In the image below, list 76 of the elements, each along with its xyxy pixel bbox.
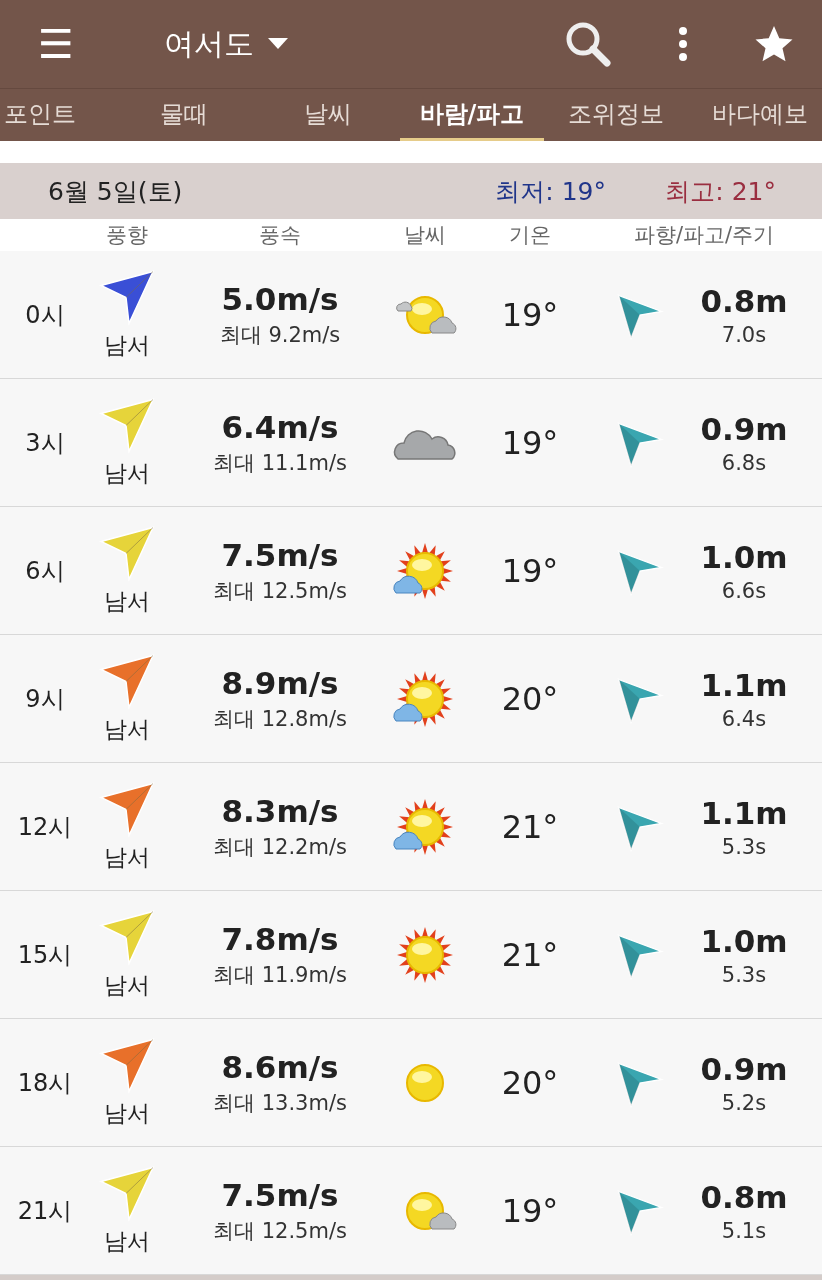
tab[interactable]: 바람/파고	[400, 89, 544, 141]
hour-label: 3시	[25, 427, 65, 459]
temperature: 21°	[501, 807, 559, 846]
max-wind-speed: 최대 11.1m/s	[213, 449, 347, 477]
wave-period: 5.1s	[721, 1218, 767, 1243]
max-wind-speed: 최대 12.2m/s	[213, 833, 347, 861]
column-header: 풍속	[259, 222, 301, 249]
max-wind-speed: 최대 12.5m/s	[213, 577, 347, 605]
wave-period: 6.8s	[721, 450, 767, 475]
max-wind-speed: 최대 11.9m/s	[213, 961, 347, 989]
caret-icon	[268, 38, 288, 50]
tab[interactable]: 바다예보	[688, 89, 822, 141]
tab[interactable]: 조위정보	[544, 89, 688, 141]
date-label: 6월 5일(토)	[48, 175, 184, 208]
wind-direction: 남서	[104, 970, 150, 999]
wind-direction: 남서	[104, 586, 150, 615]
wave-height: 0.9m	[700, 410, 788, 447]
hour-label: 21시	[17, 1195, 73, 1227]
temperature: 20°	[501, 679, 559, 718]
hour-label: 18시	[17, 1067, 73, 1099]
hour-label: 15시	[17, 939, 73, 971]
wind-speed: 8.9m/s	[221, 664, 339, 701]
wave-height: 1.1m	[700, 666, 788, 703]
tab[interactable]: 물때	[112, 89, 256, 141]
wave-period: 6.4s	[721, 706, 767, 731]
max-wind-speed: 최대 13.3m/s	[213, 1089, 347, 1117]
wind-speed: 7.8m/s	[221, 920, 339, 957]
wave-height: 0.9m	[700, 1050, 788, 1087]
wind-speed: 8.6m/s	[221, 1048, 339, 1085]
wind-direction: 남서	[104, 714, 150, 743]
location-dropdown[interactable]: 여서도	[164, 23, 288, 65]
wave-height: 0.8m	[700, 282, 788, 319]
max-wind-speed: 최대 9.2m/s	[219, 321, 341, 349]
wind-direction: 남서	[104, 842, 150, 871]
temperature: 20°	[501, 1063, 559, 1102]
wind-speed: 5.0m/s	[221, 280, 339, 317]
column-header: 풍향	[106, 222, 148, 249]
low-temperature: 최저: 19°	[495, 175, 607, 208]
wind-direction: 남서	[104, 458, 150, 487]
search-icon[interactable]	[564, 20, 612, 68]
temperature: 19°	[501, 551, 559, 590]
wind-direction: 남서	[104, 1098, 150, 1127]
wave-period: 5.3s	[721, 834, 767, 859]
wind-speed: 6.4m/s	[221, 408, 339, 445]
hour-label: 9시	[25, 683, 65, 715]
tab[interactable]: 포인트	[0, 89, 112, 141]
wave-period: 5.3s	[721, 962, 767, 987]
high-temperature: 최고: 21°	[665, 175, 776, 208]
star-icon[interactable]	[754, 24, 794, 64]
hour-label: 0시	[25, 299, 65, 331]
wave-height: 1.0m	[700, 538, 788, 575]
column-header: 기온	[509, 222, 551, 249]
temperature: 19°	[501, 295, 559, 334]
hour-label: 6시	[25, 555, 65, 587]
wind-speed: 7.5m/s	[221, 1176, 339, 1213]
max-wind-speed: 최대 12.5m/s	[213, 1217, 347, 1245]
wave-period: 6.6s	[721, 578, 767, 603]
wave-period: 7.0s	[721, 322, 767, 347]
column-header: 날씨	[404, 222, 446, 249]
wave-height: 1.0m	[700, 922, 788, 959]
tab[interactable]: 날씨	[256, 89, 400, 141]
wind-direction: 남서	[104, 330, 150, 359]
temperature: 19°	[501, 1191, 559, 1230]
max-wind-speed: 최대 12.8m/s	[213, 705, 347, 733]
more-icon[interactable]	[678, 26, 688, 62]
temperature: 21°	[501, 935, 559, 974]
wind-direction: 남서	[104, 1226, 150, 1255]
menu-button[interactable]: ☰	[36, 21, 76, 67]
hour-label: 12시	[17, 811, 73, 843]
wave-height: 1.1m	[700, 794, 788, 831]
wave-height: 0.8m	[700, 1178, 788, 1215]
temperature: 19°	[501, 423, 559, 462]
wind-speed: 8.3m/s	[221, 792, 339, 829]
wave-period: 5.2s	[721, 1090, 767, 1115]
wind-speed: 7.5m/s	[221, 536, 339, 573]
column-header: 파향/파고/주기	[633, 222, 775, 249]
